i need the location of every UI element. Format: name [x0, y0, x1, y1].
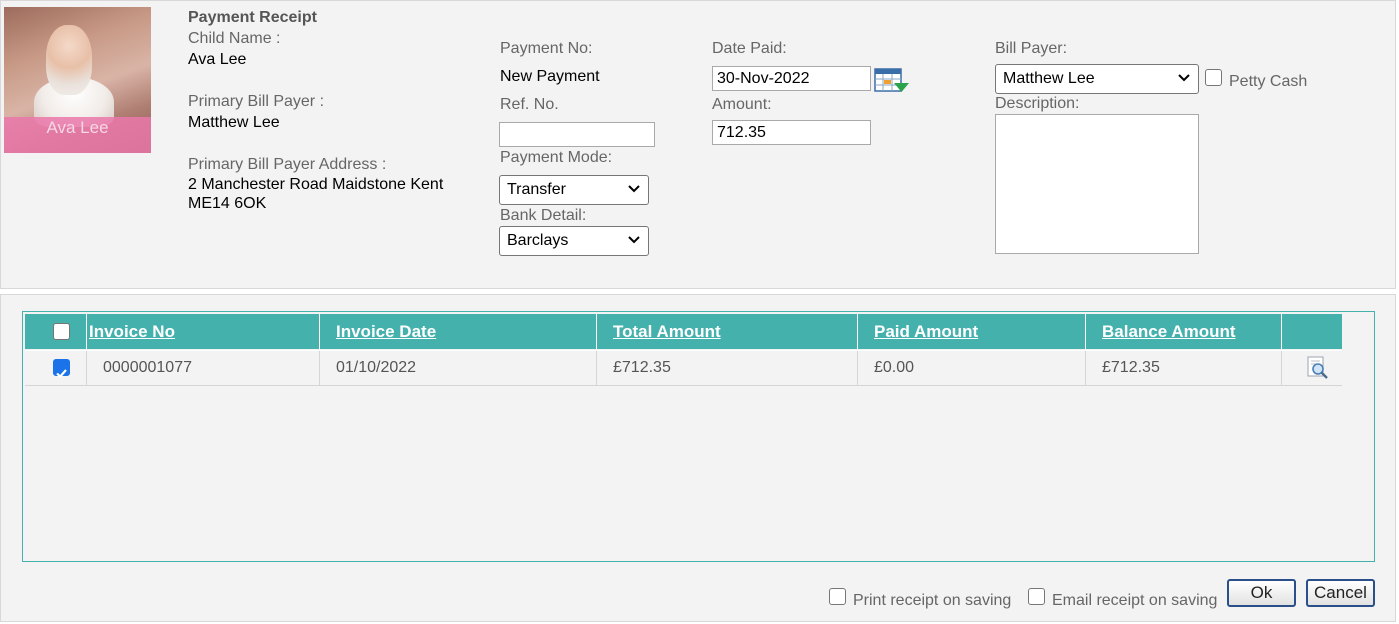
bill-payer-select[interactable]: Matthew Lee [995, 64, 1199, 94]
view-invoice-icon[interactable] [1306, 356, 1330, 380]
payment-mode-value: Transfer [507, 181, 566, 198]
invoice-no-cell: 0000001077 [87, 351, 320, 385]
row-select-checkbox[interactable] [53, 359, 70, 379]
invoice-grid-header: Invoice No Invoice Date Total Amount Pai… [25, 314, 1342, 349]
ok-button[interactable]: Ok [1227, 579, 1296, 607]
petty-cash-checkbox[interactable] [1205, 69, 1222, 86]
checkmark-icon [56, 369, 67, 379]
payment-mode-select[interactable]: Transfer [499, 175, 649, 205]
page-title: Payment Receipt [188, 9, 317, 26]
address-line-2: ME14 6OK [188, 195, 267, 212]
payment-mode-label: Payment Mode: [500, 149, 613, 166]
column-header-paid-amount[interactable]: Paid Amount [858, 314, 1086, 349]
row-select-cell [25, 351, 87, 385]
bank-detail-select[interactable]: Barclays [499, 226, 649, 256]
ref-no-label: Ref. No. [500, 96, 559, 113]
amount-label: Amount: [712, 96, 772, 113]
ref-no-input[interactable] [499, 122, 655, 147]
child-photo: Ava Lee [4, 7, 151, 153]
email-receipt-label: Email receipt on saving [1052, 592, 1218, 609]
row-action-cell [1282, 351, 1342, 385]
select-all-checkbox[interactable] [53, 323, 70, 340]
column-header-total-amount[interactable]: Total Amount [597, 314, 858, 349]
select-all-cell [25, 314, 87, 349]
address-line-1: 2 Manchester Road Maidstone Kent [188, 176, 444, 193]
primary-bill-payer-value: Matthew Lee [188, 114, 280, 131]
chevron-down-icon [1178, 74, 1190, 82]
description-textarea[interactable] [995, 114, 1199, 254]
total-amount-cell: £712.35 [597, 351, 858, 385]
child-name-label: Child Name : [188, 30, 281, 47]
primary-bill-payer-label: Primary Bill Payer : [188, 93, 325, 110]
address-label: Primary Bill Payer Address : [188, 156, 387, 173]
email-receipt-checkbox[interactable] [1028, 588, 1045, 605]
payment-no-value: New Payment [500, 68, 600, 85]
child-name-value: Ava Lee [188, 51, 247, 68]
invoice-date-cell: 01/10/2022 [320, 351, 597, 385]
balance-amount-cell: £712.35 [1086, 351, 1282, 385]
column-header-invoice-no[interactable]: Invoice No [87, 314, 320, 349]
column-header-actions [1282, 314, 1342, 349]
column-header-invoice-date[interactable]: Invoice Date [320, 314, 597, 349]
table-row[interactable]: 0000001077 01/10/2022 £712.35 £0.00 £712… [25, 350, 1342, 386]
print-receipt-checkbox[interactable] [829, 588, 846, 605]
petty-cash-label: Petty Cash [1229, 73, 1308, 90]
print-receipt-label: Print receipt on saving [853, 592, 1012, 609]
chevron-down-icon [628, 236, 640, 244]
photo-figure-shape [46, 25, 92, 95]
payment-no-label: Payment No: [500, 40, 593, 57]
description-label: Description: [995, 95, 1080, 112]
date-paid-input[interactable] [712, 66, 871, 91]
cancel-button[interactable]: Cancel [1306, 579, 1375, 607]
calendar-picker-icon[interactable] [874, 67, 910, 95]
bill-payer-value: Matthew Lee [1003, 70, 1095, 87]
bank-detail-label: Bank Detail: [500, 207, 587, 224]
bill-payer-label: Bill Payer: [995, 40, 1068, 57]
bank-detail-value: Barclays [507, 232, 569, 249]
amount-input[interactable] [712, 120, 871, 145]
paid-amount-cell: £0.00 [858, 351, 1086, 385]
column-header-balance-amount[interactable]: Balance Amount [1086, 314, 1282, 349]
date-paid-label: Date Paid: [712, 40, 787, 57]
chevron-down-icon [628, 185, 640, 193]
photo-caption: Ava Lee [46, 118, 109, 137]
